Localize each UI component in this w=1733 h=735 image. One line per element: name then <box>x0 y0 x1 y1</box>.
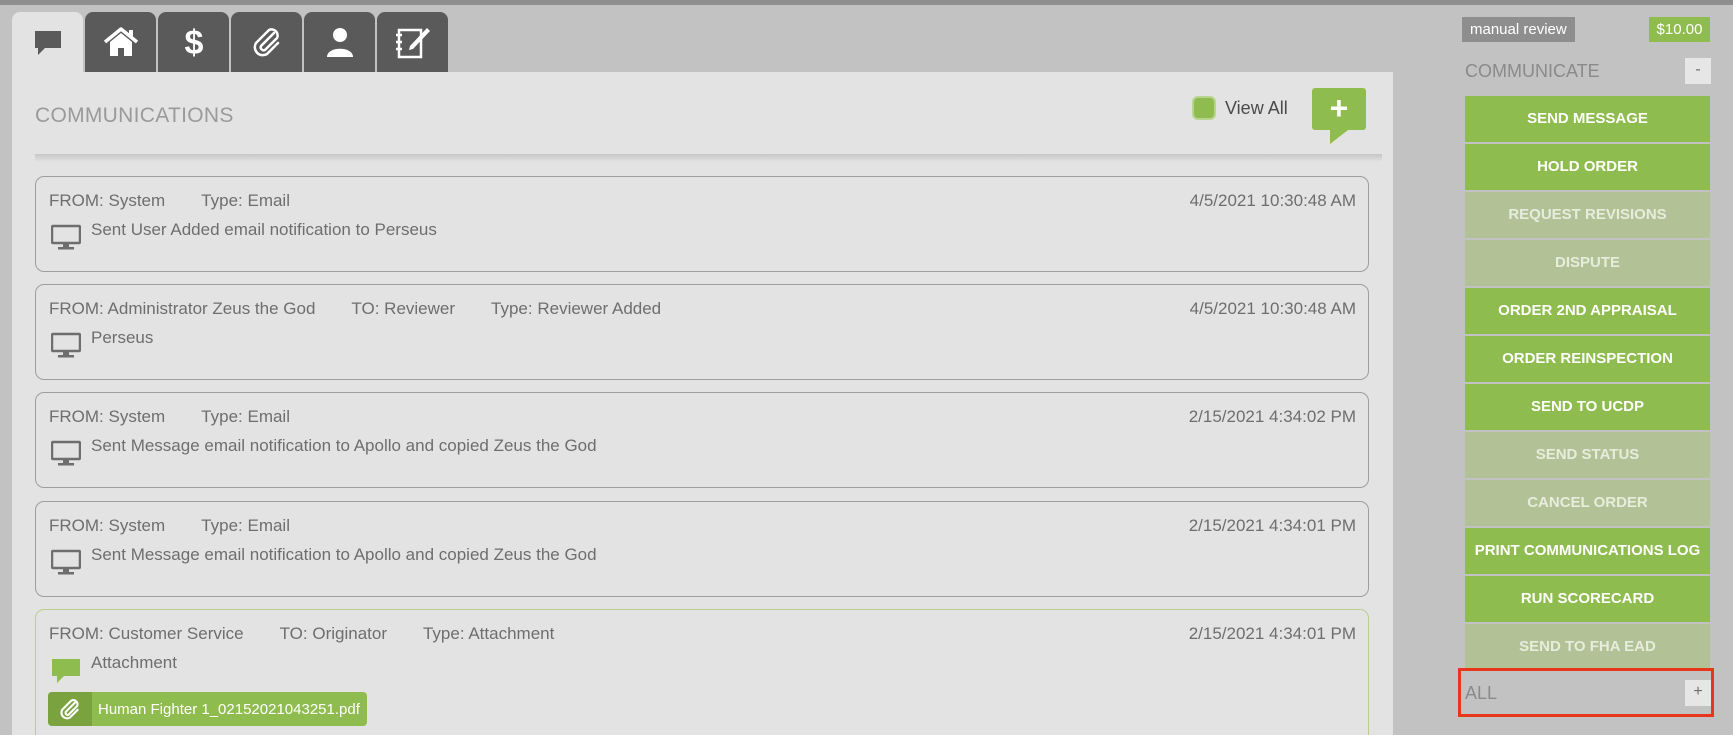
tab-notes[interactable] <box>377 12 448 72</box>
message-from: FROM: System <box>49 407 166 426</box>
send-to-ucdp-button[interactable]: SEND TO UCDP <box>1465 384 1710 430</box>
message-body: Sent Message email notification to Apoll… <box>91 545 597 564</box>
message-card[interactable]: FROM: Administrator Zeus the God TO: Rev… <box>35 284 1369 380</box>
order-reinspection-button[interactable]: ORDER REINSPECTION <box>1465 336 1710 382</box>
message-body: Sent User Added email notification to Pe… <box>91 220 437 239</box>
message-body: Perseus <box>91 328 154 347</box>
view-all-label: View All <box>1225 97 1288 118</box>
home-icon <box>103 27 138 56</box>
communications-panel: COMMUNICATIONS View All + FROM: System T… <box>12 72 1393 735</box>
tab-bar: $ <box>12 12 448 73</box>
message-from: FROM: System <box>49 191 166 210</box>
monitor-icon <box>51 224 81 250</box>
message-from: FROM: Administrator Zeus the God <box>49 299 316 318</box>
order-2nd-appraisal-button[interactable]: ORDER 2ND APPRAISAL <box>1465 288 1710 334</box>
communicate-section-header: COMMUNICATE - <box>1465 56 1711 86</box>
message-card[interactable]: FROM: System Type: Email 2/15/2021 4:34:… <box>35 392 1369 488</box>
message-date: 4/5/2021 10:30:48 AM <box>1189 191 1356 210</box>
run-scorecard-button[interactable]: RUN SCORECARD <box>1465 576 1710 622</box>
action-list: SEND MESSAGE HOLD ORDER REQUEST REVISION… <box>1465 96 1710 672</box>
message-card[interactable]: FROM: System Type: Email 2/15/2021 4:34:… <box>35 501 1369 597</box>
tab-billing[interactable]: $ <box>158 12 229 72</box>
message-date: 2/15/2021 4:34:01 PM <box>1188 624 1356 643</box>
speech-bubble-icon <box>52 659 80 683</box>
message-from: FROM: Customer Service <box>49 624 244 643</box>
person-icon <box>326 28 353 57</box>
paperclip-icon <box>48 692 92 726</box>
message-to: TO: Reviewer <box>351 299 456 318</box>
speech-bubble-icon <box>34 30 61 55</box>
tab-attachments[interactable] <box>231 12 302 72</box>
message-type: Type: Reviewer Added <box>491 299 662 318</box>
svg-text:$: $ <box>184 24 203 60</box>
dollar-icon: $ <box>184 24 203 60</box>
highlight-box <box>1458 668 1714 717</box>
add-message-button[interactable]: + <box>1312 88 1366 144</box>
send-status-button[interactable]: SEND STATUS <box>1465 432 1710 478</box>
tab-communications[interactable] <box>12 12 83 73</box>
price-badge: $10.00 <box>1649 17 1710 42</box>
send-to-fha-ead-button[interactable]: SEND TO FHA EAD <box>1465 624 1710 670</box>
view-all-toggle[interactable]: View All <box>1192 96 1288 120</box>
plus-icon: + <box>1329 89 1349 126</box>
message-type: Type: Attachment <box>422 624 555 643</box>
message-card[interactable]: FROM: Customer Service TO: Originator Ty… <box>35 609 1369 735</box>
message-date: 4/5/2021 10:30:48 AM <box>1189 299 1356 318</box>
message-type: Type: Email <box>201 191 290 210</box>
attachment-link[interactable]: Human Fighter 1_02152021043251.pdf <box>48 692 367 726</box>
communicate-section-label: COMMUNICATE <box>1465 61 1600 81</box>
paperclip-icon <box>253 28 279 57</box>
tab-contacts[interactable] <box>304 12 375 72</box>
page-title: COMMUNICATIONS <box>35 104 234 127</box>
message-to: TO: Originator <box>279 624 387 643</box>
message-from: FROM: System <box>49 516 166 535</box>
dispute-button[interactable]: DISPUTE <box>1465 240 1710 286</box>
divider <box>35 154 1382 162</box>
monitor-icon <box>51 549 81 575</box>
status-badge: manual review <box>1462 17 1575 42</box>
message-date: 2/15/2021 4:34:01 PM <box>1188 516 1356 535</box>
send-message-button[interactable]: SEND MESSAGE <box>1465 96 1710 142</box>
request-revisions-button[interactable]: REQUEST REVISIONS <box>1465 192 1710 238</box>
message-type: Type: Email <box>201 407 290 426</box>
cancel-order-button[interactable]: CANCEL ORDER <box>1465 480 1710 526</box>
monitor-icon <box>51 440 81 466</box>
hold-order-button[interactable]: HOLD ORDER <box>1465 144 1710 190</box>
notepad-pen-icon <box>395 28 430 59</box>
view-all-checkbox[interactable] <box>1192 96 1216 120</box>
monitor-icon <box>51 332 81 358</box>
message-type: Type: Email <box>201 516 290 535</box>
message-body: Attachment <box>91 653 177 672</box>
message-body: Sent Message email notification to Apoll… <box>91 436 597 455</box>
tab-property[interactable] <box>85 12 156 72</box>
message-card[interactable]: FROM: System Type: Email 4/5/2021 10:30:… <box>35 176 1369 272</box>
collapse-button[interactable]: - <box>1685 58 1711 84</box>
print-communications-log-button[interactable]: PRINT COMMUNICATIONS LOG <box>1465 528 1710 574</box>
top-border <box>0 0 1733 5</box>
message-date: 2/15/2021 4:34:02 PM <box>1188 407 1356 426</box>
attachment-filename: Human Fighter 1_02152021043251.pdf <box>98 700 360 718</box>
